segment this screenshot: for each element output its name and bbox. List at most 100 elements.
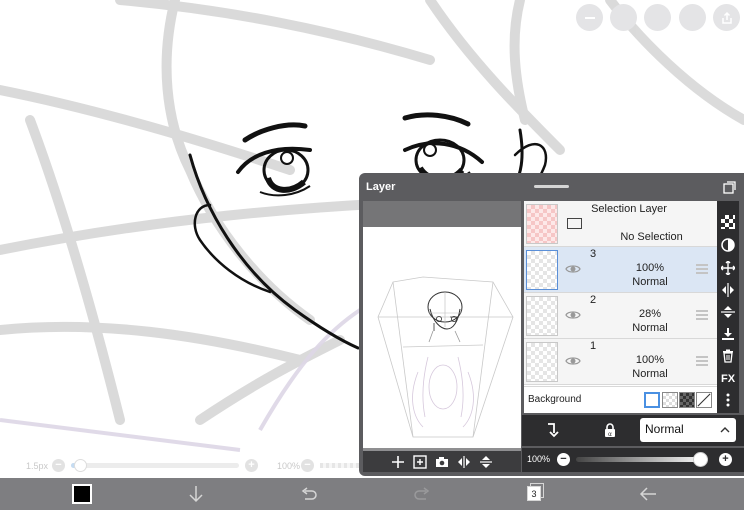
blank-round-button-3[interactable] [679,4,706,31]
layer-row-1[interactable]: 1 100% Normal [524,339,717,385]
opacity-decrease-button[interactable]: − [557,453,570,466]
layer-opacity-bar: 100% − + [522,448,744,472]
preview-toolbar [363,451,521,472]
layer-panel: Layer Selection Layer No Selection 3 100… [359,173,744,476]
brush-opacity-label: 100% [277,460,301,471]
blend-mode-select[interactable]: Normal [640,418,736,442]
preview-thumbnail[interactable] [363,227,521,448]
layer-opacity: 100% [635,262,665,274]
layers-icon: 3 [527,483,544,502]
preview-header [363,201,521,227]
eye-icon[interactable] [565,353,581,369]
layers-button[interactable]: 3 [518,478,552,510]
layer-thumbnail [526,342,558,382]
merge-down-icon[interactable] [719,325,737,343]
brush-size-increase[interactable]: + [245,459,258,472]
layer-opacity: 28% [638,308,662,320]
contrast-icon[interactable] [719,236,737,254]
window-icon[interactable] [723,181,736,194]
undo-icon [301,487,317,500]
undo-button[interactable] [293,478,325,510]
opacity-increase-button[interactable]: + [719,453,732,466]
layer-panel-title: Layer [366,181,396,193]
brush-opacity-track [320,463,360,468]
add-icon[interactable] [390,454,406,470]
selection-box-icon [567,218,582,229]
checker-icon[interactable] [719,213,737,231]
opacity-slider-knob[interactable] [693,452,708,467]
panel-drag-handle[interactable] [534,185,569,188]
blank-round-button-1[interactable] [610,4,637,31]
layer-blend-mode: Normal [632,322,668,334]
drag-handle-icon[interactable] [696,264,708,274]
flip-vertical-icon[interactable] [719,303,737,321]
layer-number: 2 [590,294,597,306]
selection-status: No Selection [620,231,683,243]
blank-round-button-2[interactable] [644,4,671,31]
layer-row-3[interactable]: 3 100% Normal [524,247,717,293]
brush-size-slider[interactable]: 1.5px − + [26,459,258,472]
export-icon [721,11,732,24]
blend-mode-value: Normal [645,422,684,436]
chevron-up-icon [720,427,730,433]
layer-preview [363,201,521,472]
selection-layer-thumbnail [526,204,558,244]
down-arrow-button[interactable] [180,478,212,510]
layer-opacity: 100% [635,354,665,366]
svg-text:α: α [608,431,612,438]
background-none-swatch[interactable] [696,392,712,408]
blend-toolbar: α Normal [522,415,744,446]
redo-button[interactable] [406,478,438,510]
selection-layer-row[interactable]: Selection Layer No Selection [524,201,717,247]
layer-thumbnail [526,250,558,290]
layer-count-badge: 3 [527,486,541,501]
fx-button[interactable]: FX [719,370,737,388]
bottom-toolbar: 3 [0,478,744,510]
lock-icon[interactable]: α [602,422,618,438]
brush-size-track[interactable] [71,459,239,472]
flip-horizontal-icon[interactable] [719,281,737,299]
trash-icon[interactable] [719,347,737,365]
layer-list: Selection Layer No Selection 3 100% Norm… [524,201,717,413]
opacity-slider-track[interactable] [576,457,708,462]
eye-icon[interactable] [565,261,581,277]
layer-blend-mode: Normal [632,368,668,380]
more-icon[interactable] [719,391,737,409]
eye-icon[interactable] [565,307,581,323]
selection-layer-title: Selection Layer [591,203,667,215]
brush-opacity-slider[interactable]: 100% − [277,459,360,472]
brush-opacity-decrease[interactable]: − [301,459,314,472]
add-layer-icon[interactable] [412,454,428,470]
down-arrow-icon [189,486,203,503]
minimize-icon [584,16,595,19]
flip-horizontal-icon[interactable] [456,454,472,470]
export-button[interactable] [713,4,740,31]
layer-side-toolbar: FX [717,201,739,413]
layer-row-2[interactable]: 2 28% Normal [524,293,717,339]
layer-number: 3 [590,248,597,260]
background-white-swatch[interactable] [644,392,660,408]
layer-opacity-label: 100% [527,454,551,464]
background-row: Background [524,386,717,413]
brush-size-label: 1.5px [26,460,49,471]
color-swatch-button[interactable] [64,478,100,510]
brush-size-knob[interactable] [74,459,88,472]
minimize-button[interactable] [576,4,603,31]
background-label: Background [528,394,582,405]
move-icon[interactable] [719,259,737,277]
layer-number: 1 [590,340,597,352]
camera-icon[interactable] [434,454,450,470]
layer-blend-mode: Normal [632,276,668,288]
drag-handle-icon[interactable] [696,310,708,320]
background-transparent-swatch[interactable] [662,392,678,408]
layer-thumbnail [526,296,558,336]
flip-vertical-icon[interactable] [478,454,494,470]
brush-size-decrease[interactable]: − [52,459,65,472]
redo-icon [414,487,430,500]
background-dark-checker-swatch[interactable] [679,392,695,408]
color-swatch [72,484,92,504]
clip-icon[interactable] [544,422,560,438]
drag-handle-icon[interactable] [696,356,708,366]
back-button[interactable] [632,478,664,510]
back-arrow-icon [639,487,656,501]
